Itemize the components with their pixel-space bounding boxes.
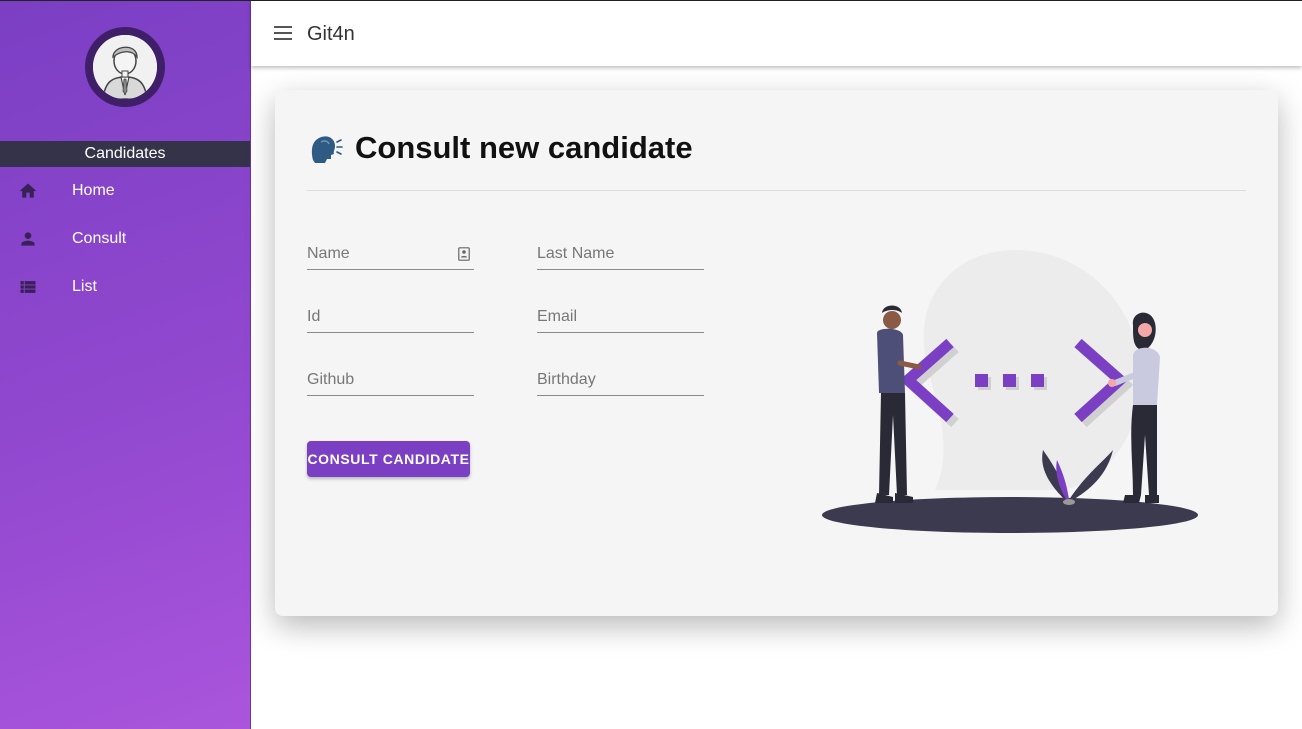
- card-header: Consult new candidate: [307, 130, 693, 166]
- page-title: Consult new candidate: [355, 130, 693, 165]
- birthday-input[interactable]: [537, 371, 687, 389]
- contact-card-icon: [458, 247, 470, 261]
- sidebar-item-consult[interactable]: Consult: [0, 217, 250, 261]
- coding-people-illustration: [815, 245, 1215, 545]
- user-avatar-icon: [93, 35, 157, 99]
- github-input[interactable]: [307, 371, 457, 389]
- id-field[interactable]: [307, 293, 474, 333]
- hamburger-menu-icon[interactable]: [273, 25, 293, 41]
- home-icon: [18, 181, 38, 201]
- github-field[interactable]: [307, 356, 474, 396]
- top-app-bar: Git4n: [251, 1, 1302, 66]
- consult-candidate-button[interactable]: CONSULT CANDIDATE: [307, 441, 470, 477]
- name-field[interactable]: [307, 230, 474, 270]
- divider: [307, 190, 1246, 191]
- sidebar-item-list[interactable]: List: [0, 265, 250, 309]
- birthday-field[interactable]: [537, 356, 704, 396]
- app-title: Git4n: [307, 23, 355, 45]
- email-input[interactable]: [537, 308, 687, 326]
- sidebar-item-label: Consult: [72, 230, 127, 247]
- name-input[interactable]: [307, 245, 457, 263]
- app-root: Candidates Home Consult List Git4n Consu…: [0, 0, 1302, 729]
- person-icon: [18, 229, 38, 249]
- avatar: [85, 27, 165, 107]
- sidebar-item-label: List: [72, 278, 97, 295]
- sidebar: Candidates Home Consult List: [0, 1, 251, 729]
- last-name-input[interactable]: [537, 245, 687, 263]
- consult-card: Consult new candidate Name Last Name Id …: [275, 90, 1278, 616]
- sidebar-item-home[interactable]: Home: [0, 169, 250, 213]
- list-icon: [18, 277, 38, 297]
- speaking-head-icon: [307, 130, 343, 166]
- sidebar-item-label: Home: [72, 182, 115, 199]
- id-input[interactable]: [307, 308, 457, 326]
- last-name-field[interactable]: [537, 230, 704, 270]
- sidebar-section-label: Candidates: [0, 141, 250, 167]
- email-field[interactable]: [537, 293, 704, 333]
